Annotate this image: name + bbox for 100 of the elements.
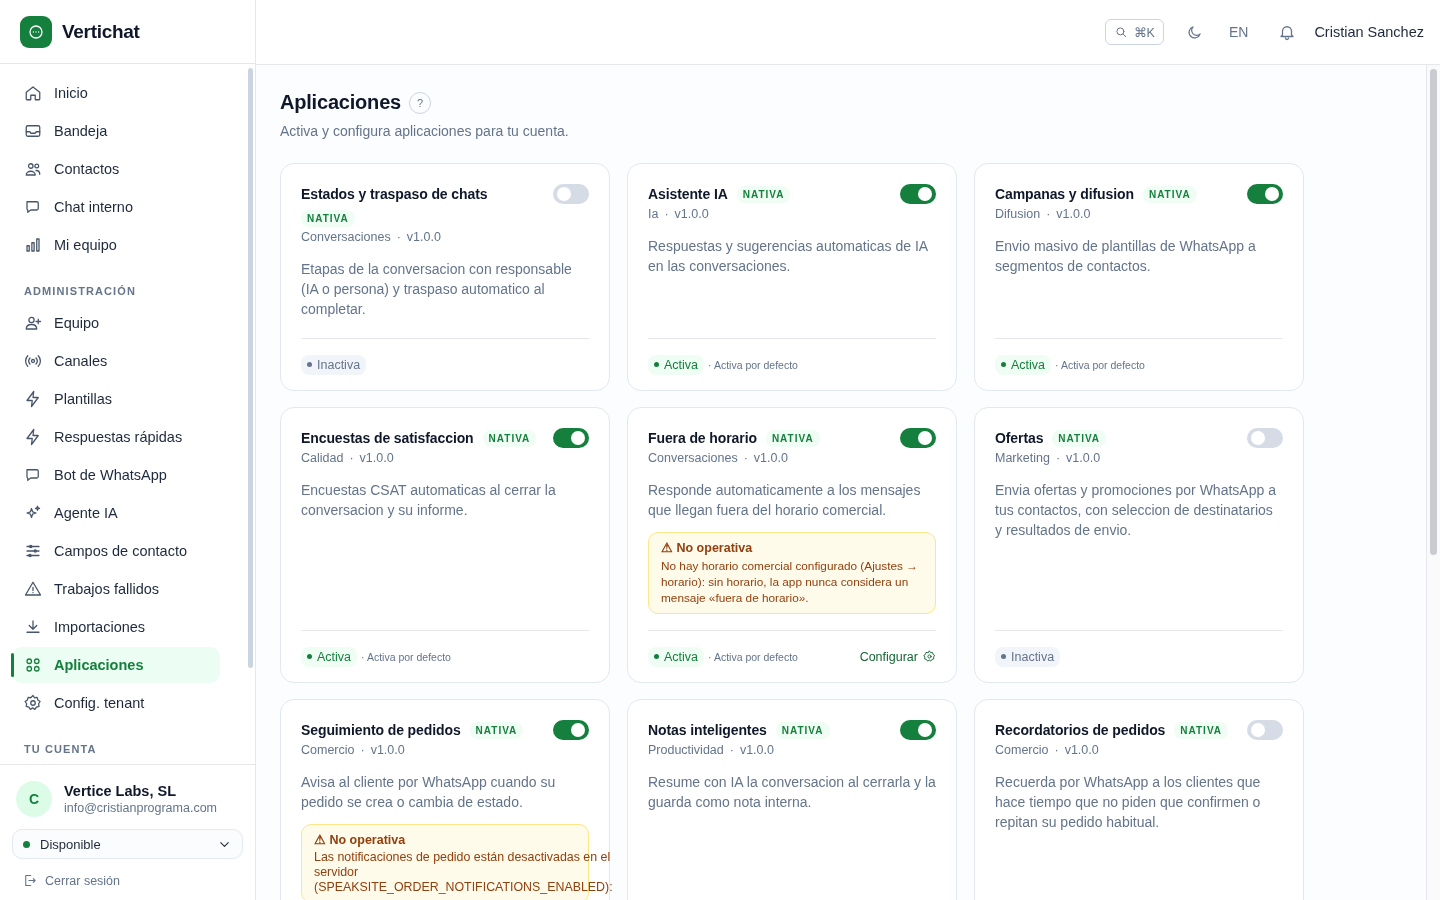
app-category: Calidad [301,451,344,465]
nav-item[interactable]: Contactos [12,151,220,187]
users-icon [24,160,42,178]
account-email: info@cristianprograma.com [64,801,218,815]
warning-text: No hay horario comercial configurado (Ajustes → horario): sin horario, la app nunca considera un mensaje «fuera de horario». [661,558,920,606]
home-icon [24,84,42,102]
nav-item[interactable]: Mi equipo [12,227,220,263]
user-name[interactable]: Cristian Sanchez [1314,24,1424,40]
separator-dot: · [743,451,748,465]
nav-item[interactable]: Config. tenant [12,685,220,721]
warning-title: ⚠ No operativa [661,540,754,556]
toggle-switch[interactable] [1247,428,1283,448]
app-description: Responde automaticamente a los mensajes que llegan fuera del horario comercial. [648,481,922,520]
native-badge: NATIVA [765,429,820,447]
status-pill: Activa [648,354,705,375]
logout-icon [22,873,37,888]
app-version: v1.0.0 [753,451,788,465]
search-button[interactable]: ⌘K [1104,19,1164,45]
warning-text: Las notificaciones de pedido están desactivadas en el servidor (SPEAKSITE_ORDER_NOTIFICATIONS_ENABLED): [314,850,613,895]
logo-icon [20,15,52,48]
separator-dot: · [1055,451,1061,465]
app-version: v1.0.0 [370,743,405,757]
nav-item[interactable]: Agente IA [12,495,220,531]
app-description: Recuerda por WhatsApp a los clientes que hace tiempo que no piden que confirmen o repitan su pedido habitual. [995,773,1262,832]
app-title: Asistente IA [648,185,728,204]
logout-link[interactable]: Cerrar sesión [12,873,131,888]
app-title: Campanas y difusion [995,185,1134,204]
status-note: · Activa por defecto [708,358,798,371]
toggle-switch[interactable] [1247,184,1283,204]
app-title: Estados y traspaso de chats [301,185,488,204]
app-name: Vertichat [62,20,140,43]
separator-dot: · [349,451,354,465]
status-pill: Activa [648,646,705,667]
app-category: Comercio [301,743,355,757]
toggle-switch[interactable] [900,720,936,740]
status-dot [23,840,30,848]
status-select[interactable]: Disponible [12,829,243,859]
language-button[interactable]: EN [1228,24,1249,40]
bar-chart-icon [24,236,42,254]
nav-item[interactable]: Canales [12,343,220,379]
toggle-switch[interactable] [553,428,589,448]
app-version: v1.0.0 [1066,451,1101,465]
toggle-switch[interactable] [900,428,936,448]
nav-item[interactable]: Bot de WhatsApp [12,457,220,493]
app-title: Notas inteligentes [648,721,767,740]
avatar: C [16,781,52,817]
warning-title: ⚠ No operativa [314,832,407,848]
nav-item[interactable]: Aplicaciones [12,647,220,683]
app-title: Ofertas [995,429,1044,448]
nav-item[interactable]: Bandeja [12,113,220,149]
nav-item[interactable]: Equipo [12,305,220,341]
native-badge: NATIVA [1052,429,1107,447]
configure-link[interactable]: Configurar [859,649,936,664]
app-description: Respuestas y sugerencias automaticas de IA en las conversaciones. [648,237,929,276]
toggle-switch[interactable] [900,184,936,204]
page-subtitle: Activa y configura aplicaciones para tu cuenta. [280,123,570,139]
app-category: Ia [648,207,659,221]
broadcast-icon [24,352,42,370]
nav-item[interactable]: Chat interno [12,189,220,225]
app-category: Comercio [995,743,1049,757]
status-pill: Activa [995,354,1052,375]
native-badge: NATIVA [482,429,537,447]
toggle-switch[interactable] [553,184,589,204]
app-category: Conversaciones [301,230,391,244]
nav-item[interactable]: Trabajos fallidos [12,571,220,607]
scrollbar[interactable] [1426,65,1440,900]
app-description: Etapas de la conversacion con responsable (IA o persona) y traspaso automatico al completar. [301,260,573,319]
app-description: Avisa al cliente por WhatsApp cuando su pedido se crea o cambia de estado. [301,773,557,812]
account-name: Vertice Labs, SL [64,783,178,799]
app-version: v1.0.0 [1056,207,1091,221]
settings-icon [923,650,936,663]
nav-item[interactable]: Importaciones [12,609,220,645]
app-version: v1.0.0 [674,207,709,221]
app-description: Envia ofertas y promociones por WhatsApp a tus contactos, con seleccion de destinatarios y resultados de envio. [995,481,1277,540]
separator-dot: · [1046,207,1051,221]
nav-item[interactable]: Campos de contacto [12,533,220,569]
native-badge: NATIVA [736,185,791,203]
moon-icon[interactable] [1185,23,1203,41]
download-icon [24,618,42,636]
status-note: · Activa por defecto [1055,358,1145,371]
sliders-icon [24,542,42,560]
nav-item[interactable]: Respuestas rápidas [12,419,220,455]
app-description: Resume con IA la conversacion al cerrarla y la guarda como nota interna. [648,773,936,812]
lightning-icon [24,428,42,446]
app-category: Productividad [648,743,724,757]
user-plus-icon [24,314,42,332]
status-pill: Inactiva [301,354,367,375]
nav-item[interactable]: Plantillas [12,381,220,417]
section-heading: TU CUENTA [23,742,98,757]
toggle-switch[interactable] [1247,720,1283,740]
app-version: v1.0.0 [1064,743,1099,757]
status-pill: Inactiva [995,646,1061,667]
grid-icon [24,656,42,674]
nav-item[interactable]: Inicio [12,75,220,111]
search-icon [1113,25,1128,39]
page-title: Aplicaciones [280,91,401,114]
bell-icon[interactable] [1278,23,1297,41]
app-description: Envio masivo de plantillas de WhatsApp a segmentos de contactos. [995,237,1257,276]
toggle-switch[interactable] [553,720,589,740]
separator-dot: · [396,230,401,244]
